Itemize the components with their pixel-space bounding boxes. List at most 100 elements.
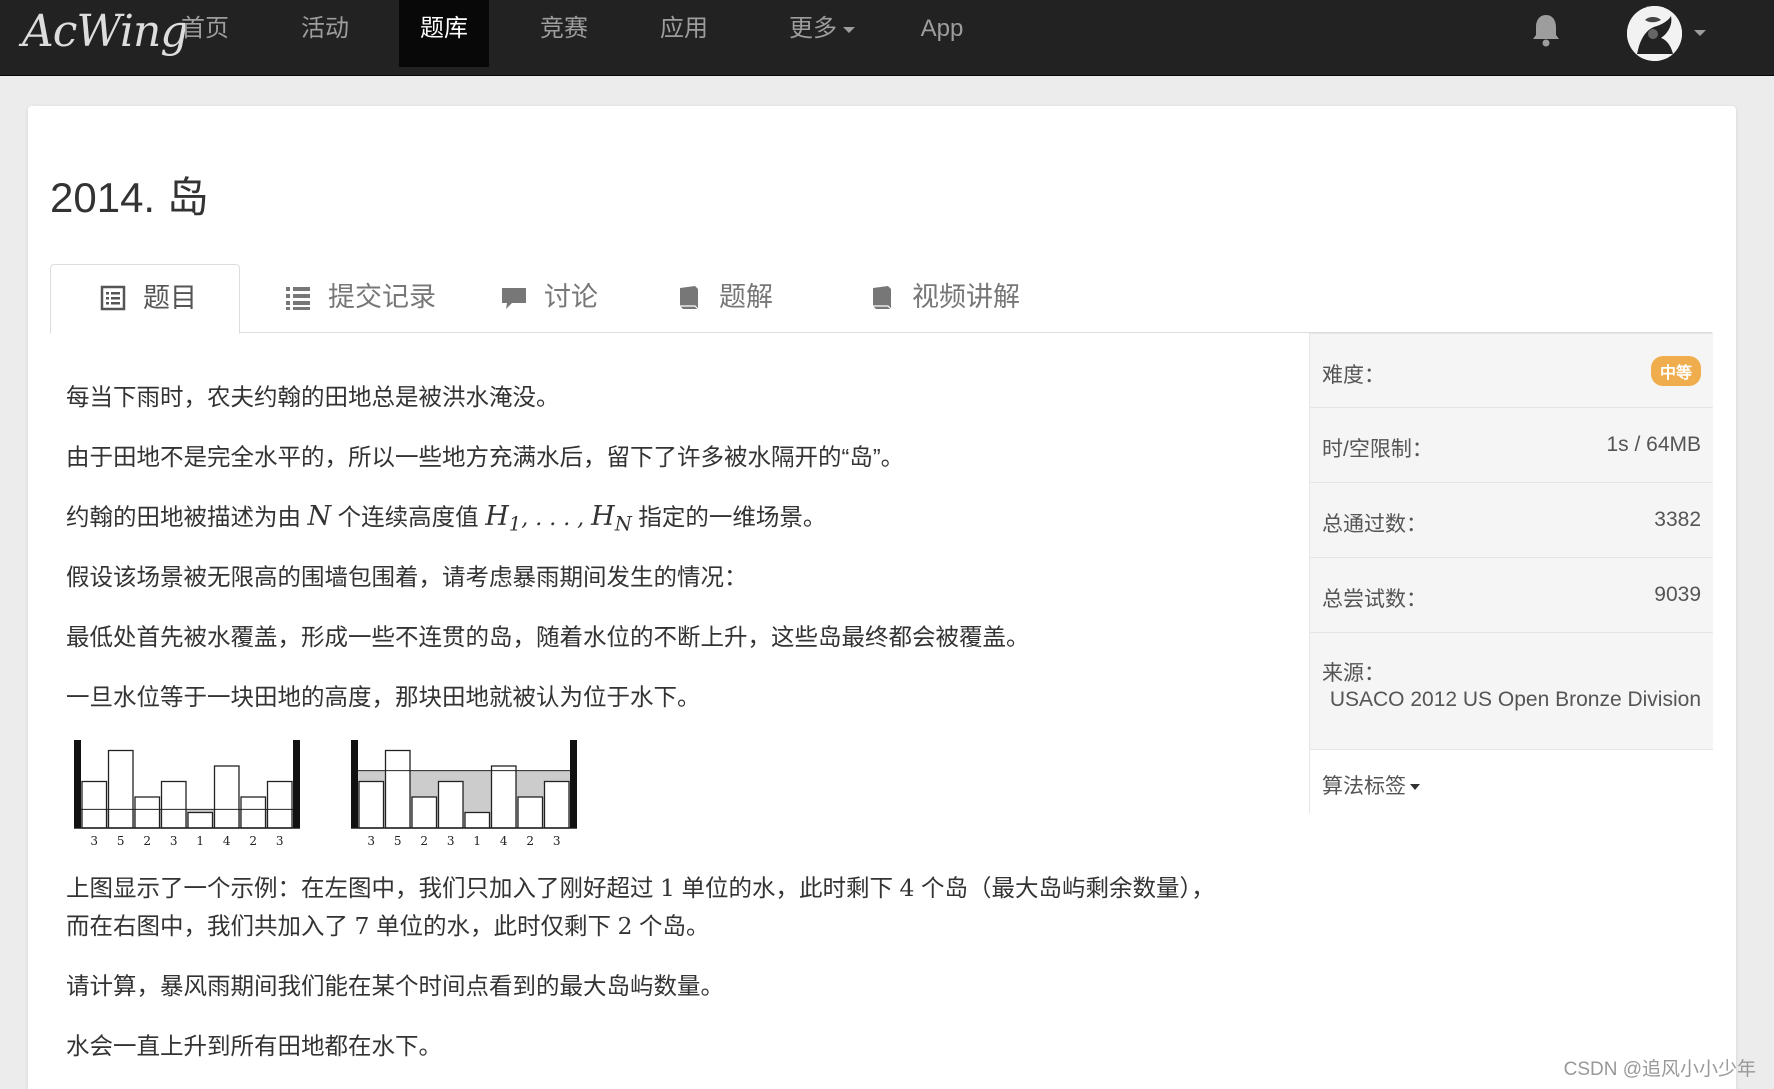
avatar-image-icon: [1627, 6, 1682, 61]
math-number: 4: [899, 874, 915, 902]
right-figure-height-label: 1: [473, 834, 481, 848]
nav-item-app[interactable]: App: [902, 0, 982, 67]
tab-submissions-label: 提交记录: [328, 282, 436, 312]
text-span: 个连续高度值: [331, 504, 486, 530]
right-figure-field-column: [358, 780, 385, 829]
left-figure-height-label: 3: [170, 834, 178, 848]
right-figure-height-label: 2: [526, 834, 534, 848]
text-span: 单位的水，此时剩下: [674, 875, 900, 901]
limit-value: 1s / 64MB: [1606, 433, 1701, 456]
source-value: USACO 2012 US Open Bronze Division: [1329, 688, 1701, 711]
problem-panel: 2014. 岛 题目 提交记录 讨论 题解 视频讲解 每当下雨时，农夫约翰的田地…: [28, 106, 1736, 1089]
tab-problem[interactable]: 题目: [50, 264, 240, 334]
nav-item-contests[interactable]: 竞赛: [519, 0, 609, 67]
passed-row: 总通过数： 3382: [1310, 482, 1713, 557]
text-span: 个岛（最大岛屿剩余数量），: [914, 875, 1215, 901]
right-figure-left-wall: [351, 740, 358, 828]
island-figure-left: 3 5 2 3 1 4 2 3: [74, 740, 300, 848]
left-figure-field-column: [160, 780, 187, 829]
nav-item-more[interactable]: 更多: [772, 0, 872, 67]
bell-icon[interactable]: [1530, 12, 1562, 48]
math-var: H: [485, 501, 509, 532]
tab-discussion[interactable]: 讨论: [500, 264, 640, 333]
left-figure-height-label: 4: [223, 834, 231, 848]
math-number: 1: [660, 874, 675, 902]
book-icon: [873, 285, 892, 310]
problem-info-sidebar: 难度： 中等 时/空限制： 1s / 64MB 总通过数： 3382 总尝试数：…: [1309, 333, 1713, 813]
avatar-dropdown-icon[interactable]: [1694, 30, 1706, 36]
left-figure-field-column: [187, 811, 214, 829]
right-figure-height-label: 3: [367, 834, 375, 848]
list-alt-icon: [100, 285, 126, 311]
right-figure-field-column: [490, 765, 517, 829]
limit-label: 时/空限制：: [1322, 438, 1433, 461]
difficulty-row: 难度： 中等: [1310, 333, 1713, 407]
passed-label: 总通过数：: [1322, 513, 1427, 536]
right-figure-height-label: 3: [447, 834, 455, 848]
left-figure-height-label: 1: [196, 834, 204, 848]
tried-value: 9039: [1654, 583, 1701, 606]
list-icon: [286, 286, 310, 310]
statement-paragraph: 水会一直上升到所有田地都在水下。: [66, 1033, 442, 1059]
left-figure-field-column: [81, 780, 108, 829]
statement-paragraph: 最低处首先被水覆盖，形成一些不连贯的岛，随着水位的不断上升，这些岛最终都会被覆盖…: [66, 624, 1030, 650]
math-number: 2: [617, 912, 633, 940]
nav-item-activities[interactable]: 活动: [280, 0, 370, 67]
left-figure-field-column: [240, 796, 267, 829]
text-span: 而在右图中，我们共加入了: [66, 913, 355, 939]
text-span: 上图显示了一个示例：在左图中，我们只加入了刚好超过: [66, 875, 661, 901]
tab-discussion-label: 讨论: [544, 282, 598, 312]
nav-item-apps[interactable]: 应用: [639, 0, 729, 67]
left-figure-height-label: 2: [143, 834, 151, 848]
top-navbar: AcWing 首页 活动 题库 竞赛 应用 更多 App: [0, 0, 1774, 76]
text-span: 单位的水，此时仅剩下: [369, 913, 618, 939]
left-figure-height-label: 3: [90, 834, 98, 848]
statement-paragraph: 约翰的田地被描述为由 N 个连续高度值 H1, . . . , HN 指定的一维…: [66, 499, 826, 543]
limit-row: 时/空限制： 1s / 64MB: [1310, 407, 1713, 482]
statement-paragraph: 而在右图中，我们共加入了 7 单位的水，此时仅剩下 2 个岛。: [66, 908, 710, 944]
nav-item-problems[interactable]: 题库: [399, 0, 489, 67]
math-var: N: [307, 501, 332, 532]
left-figure-right-wall: [293, 740, 300, 828]
algorithm-tags-toggle[interactable]: 算法标签: [1322, 770, 1420, 800]
left-figure-left-wall: [74, 740, 81, 828]
text-span: 个岛。: [632, 913, 710, 939]
left-figure-field-column: [266, 780, 293, 829]
avatar[interactable]: [1627, 6, 1682, 61]
tab-submissions[interactable]: 提交记录: [284, 264, 464, 333]
tab-solutions-label: 题解: [719, 282, 773, 312]
tried-row: 总尝试数： 9039: [1310, 557, 1713, 632]
tab-solutions[interactable]: 题解: [675, 264, 815, 333]
right-figure-height-label: 3: [553, 834, 561, 848]
right-figure-field-column: [437, 780, 464, 829]
source-label: 来源：: [1322, 662, 1385, 685]
tab-problem-label: 题目: [143, 283, 197, 313]
right-figure-height-label: 4: [500, 834, 508, 848]
right-figure-field-column: [464, 811, 491, 829]
right-figure-right-wall: [570, 740, 577, 828]
math-number: 7: [354, 912, 370, 940]
right-figure-height-label: 5: [394, 834, 402, 848]
comment-icon: [502, 287, 526, 309]
math-var: H: [591, 501, 615, 532]
statement-paragraph: 上图显示了一个示例：在左图中，我们只加入了刚好超过 1 单位的水，此时剩下 4 …: [66, 870, 1215, 906]
difficulty-label: 难度：: [1322, 364, 1385, 387]
right-figure-field-column: [384, 749, 411, 829]
nav-item-home[interactable]: 首页: [160, 0, 250, 67]
statement-paragraph: 每当下雨时，农夫约翰的田地总是被洪水淹没。: [66, 384, 560, 410]
text-span: 指定的一维场景。: [631, 504, 827, 530]
chevron-down-icon: [843, 26, 855, 33]
right-figure-height-label: 2: [420, 834, 428, 848]
left-figure-field-column: [134, 796, 161, 829]
tried-label: 总尝试数：: [1322, 588, 1427, 611]
statement-paragraph: 一旦水位等于一块田地的高度，那块田地就被认为位于水下。: [66, 684, 701, 710]
right-figure-field-column: [411, 796, 438, 829]
problem-tabs: 题目 提交记录 讨论 题解 视频讲解: [50, 264, 1712, 334]
source-row: 来源： USACO 2012 US Open Bronze Division: [1310, 632, 1713, 749]
tab-video[interactable]: 视频讲解: [868, 264, 1048, 333]
watermark: CSDN @追风小小少年: [1563, 1059, 1756, 1080]
difficulty-badge: 中等: [1650, 356, 1701, 386]
text-span: 约翰的田地被描述为由: [66, 504, 308, 530]
page-title: 2014. 岛: [50, 174, 209, 221]
left-figure-height-label: 5: [117, 834, 125, 848]
